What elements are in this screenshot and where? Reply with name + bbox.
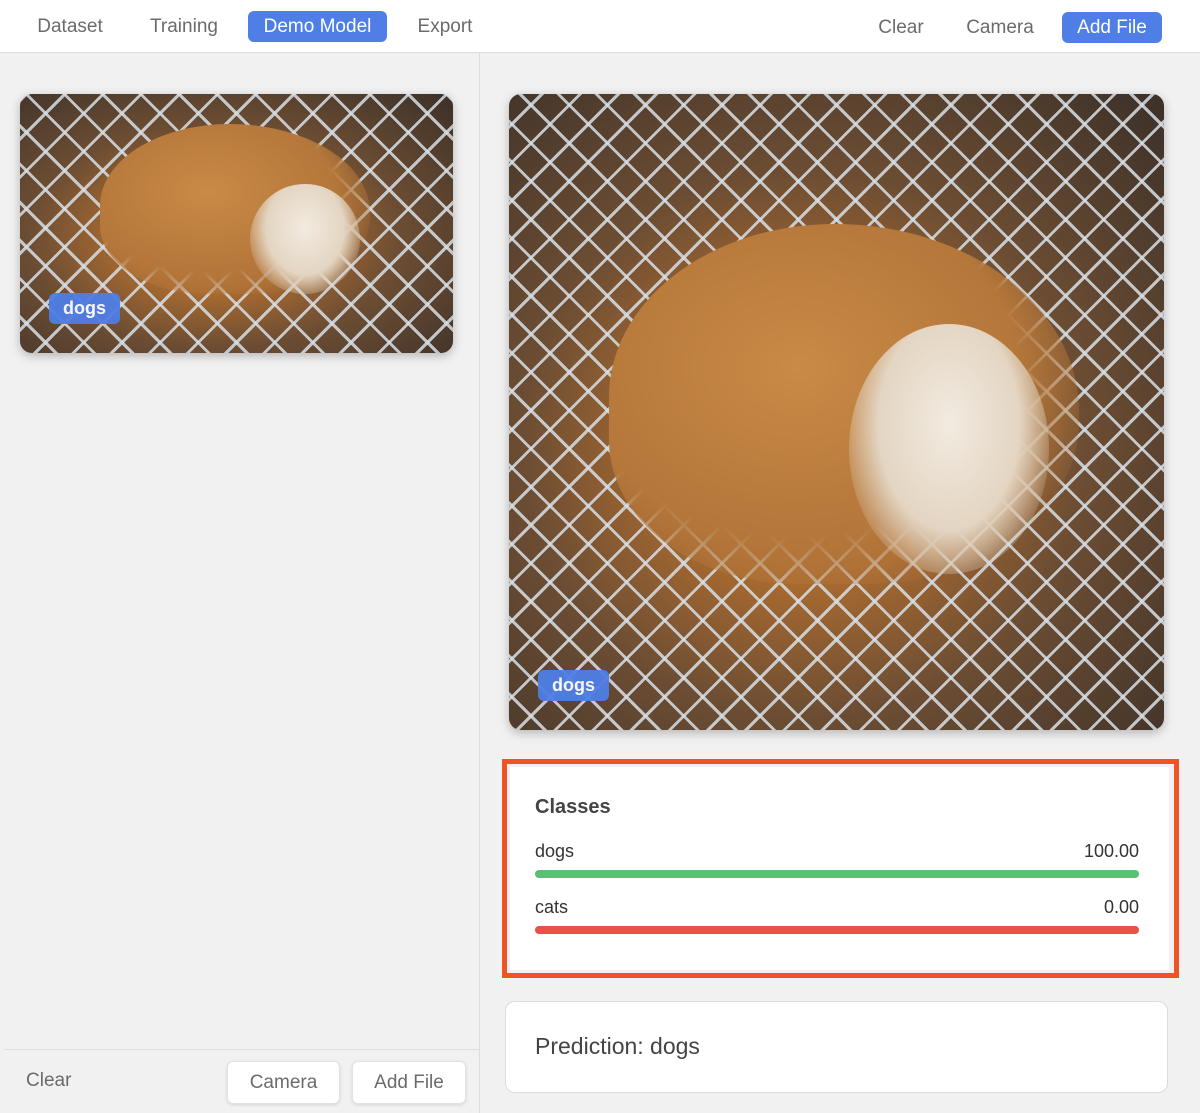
class-row-dogs: dogs 100.00 [535, 841, 1139, 881]
clear-button[interactable]: Clear [26, 1070, 71, 1092]
dataset-thumbnail-image[interactable]: dogs [20, 94, 453, 353]
prediction-card: Prediction: dogs [505, 1001, 1168, 1093]
camera-button[interactable]: Camera [227, 1061, 340, 1104]
panel-divider [479, 53, 480, 1113]
class-score: 100.00 [1083, 841, 1139, 861]
classes-title: Classes [535, 796, 611, 818]
prediction-text: Prediction: dogs [535, 1033, 700, 1059]
preview-image: dogs [509, 94, 1164, 730]
preview-label-badge: dogs [538, 670, 609, 701]
confidence-bar-fill [535, 926, 1139, 934]
confidence-bar [535, 870, 1139, 878]
clear-button[interactable]: Clear [866, 12, 936, 43]
tab-export[interactable]: Export [404, 11, 486, 42]
dog-chest-shape [250, 184, 360, 294]
add-file-button[interactable]: Add File [1062, 12, 1162, 43]
classes-card: Classes dogs 100.00 cats 0.00 [510, 767, 1169, 970]
top-navigation: Dataset Training Demo Model Export Clear… [0, 0, 1200, 53]
confidence-bar [535, 926, 1139, 934]
class-row-cats: cats 0.00 [535, 897, 1139, 937]
class-score: 0.00 [1103, 897, 1139, 917]
camera-button[interactable]: Camera [955, 12, 1045, 43]
tab-dataset[interactable]: Dataset [26, 11, 114, 42]
dog-chest-shape [849, 324, 1049, 574]
class-name: dogs [535, 841, 575, 861]
confidence-bar-fill [535, 870, 1139, 878]
add-file-button[interactable]: Add File [352, 1061, 466, 1104]
tab-training[interactable]: Training [138, 11, 230, 42]
thumbnail-label-badge: dogs [49, 293, 120, 324]
tab-demo-model[interactable]: Demo Model [248, 11, 387, 42]
class-name: cats [535, 897, 569, 917]
bottom-toolbar: Clear Camera Add File [4, 1049, 479, 1113]
